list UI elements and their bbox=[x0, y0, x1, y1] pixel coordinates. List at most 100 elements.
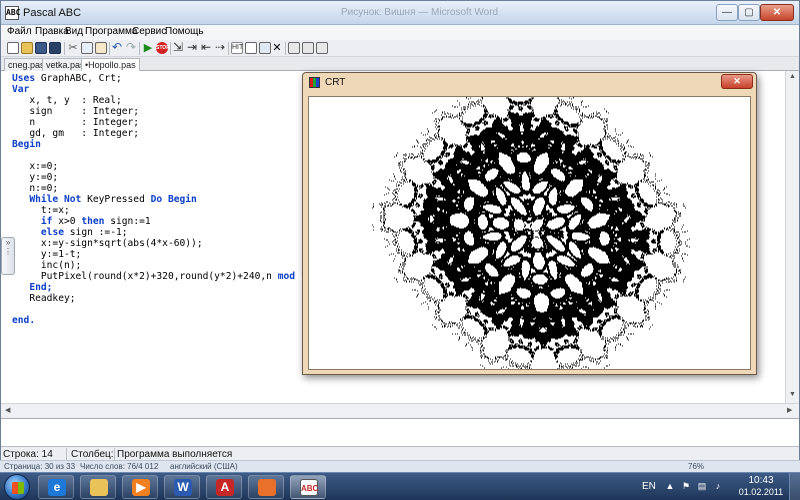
new-file-icon[interactable] bbox=[7, 42, 19, 54]
toolbar-separator bbox=[170, 42, 171, 55]
taskbar-word-button[interactable]: W bbox=[164, 475, 200, 499]
horizontal-scrollbar[interactable]: ◀ ▶ bbox=[1, 403, 799, 417]
ie-icon: e bbox=[48, 479, 66, 496]
output-pane[interactable] bbox=[1, 418, 799, 446]
pascal-abc-icon: ABC bbox=[5, 6, 20, 20]
menu-service[interactable]: Сервис bbox=[132, 26, 166, 37]
tray-arrow-icon[interactable]: ▲ bbox=[664, 481, 676, 492]
code-line: gd, gm : Integer; bbox=[12, 128, 139, 139]
crt-close-button[interactable]: ✕ bbox=[721, 74, 753, 89]
tray-network-icon[interactable]: ▤ bbox=[696, 481, 708, 492]
toolbar-separator bbox=[139, 42, 140, 55]
background-window-title: Рисунок: Вишня — Microsoft Word bbox=[341, 7, 499, 18]
code-line: y:=0; bbox=[12, 172, 58, 183]
taskbar-firefox-button[interactable] bbox=[248, 475, 284, 499]
maximize-button[interactable]: ▢ bbox=[738, 4, 760, 21]
code-line: Begin bbox=[12, 139, 41, 150]
debug-hit-icon[interactable]: HIT bbox=[231, 42, 243, 54]
code-text: x:=0; bbox=[12, 161, 59, 172]
fractal-pixels bbox=[372, 97, 690, 369]
language-indicator[interactable]: EN bbox=[642, 481, 656, 492]
save-all-icon[interactable] bbox=[49, 42, 61, 54]
paste-icon[interactable] bbox=[95, 42, 107, 54]
taskbar-acrobat-button[interactable]: A bbox=[206, 475, 242, 499]
code-text: Readkey; bbox=[12, 293, 76, 304]
code-keyword: Do Begin bbox=[150, 194, 197, 205]
code-line: y:=1-t; bbox=[12, 249, 81, 260]
side-panel-handle[interactable]: » ⋮ bbox=[1, 237, 15, 275]
window-split-icon[interactable] bbox=[302, 42, 314, 54]
taskbar-explorer-button[interactable] bbox=[80, 475, 116, 499]
code-keyword: else bbox=[40, 227, 64, 238]
code-keyword: mod bbox=[277, 271, 296, 282]
scroll-down-icon[interactable]: ▼ bbox=[789, 391, 796, 398]
minimize-button[interactable]: — bbox=[716, 4, 738, 21]
watch-icon[interactable] bbox=[245, 42, 257, 54]
redo-icon[interactable]: ↷ bbox=[125, 41, 137, 54]
tray-volume-icon[interactable]: ♪ bbox=[712, 481, 724, 492]
step-into-icon[interactable]: ⇲ bbox=[172, 41, 184, 54]
open-folder-icon[interactable] bbox=[21, 42, 33, 54]
toolbar-separator bbox=[64, 42, 65, 55]
code-text: n:=0; bbox=[12, 183, 59, 194]
code-line: Var bbox=[12, 84, 29, 95]
code-text: GraphABC, Crt; bbox=[35, 73, 122, 84]
code-text: sign:=1 bbox=[104, 216, 151, 227]
code-keyword: if bbox=[40, 216, 53, 227]
scroll-up-icon[interactable]: ▲ bbox=[789, 73, 796, 80]
taskbar-ie-button[interactable]: e bbox=[38, 475, 74, 499]
toolbar-separator bbox=[285, 42, 286, 55]
window-layout-icon[interactable] bbox=[288, 42, 300, 54]
title-bar[interactable]: ABC Pascal ABC Рисунок: Вишня — Microsof… bbox=[1, 1, 799, 25]
taskbar-media-button[interactable]: ▶ bbox=[122, 475, 158, 499]
word-zoom[interactable]: 76% bbox=[688, 461, 704, 472]
step-out-icon[interactable]: ⇤ bbox=[200, 41, 212, 54]
clock-time[interactable]: 10:43 bbox=[736, 475, 786, 486]
code-text: x, t, y : Real; bbox=[12, 95, 122, 106]
code-text: y:=1-t; bbox=[12, 249, 82, 260]
code-text: sign : Integer; bbox=[12, 106, 140, 117]
menu-help[interactable]: Помощь bbox=[165, 26, 204, 37]
code-line: x, t, y : Real; bbox=[12, 95, 122, 106]
fractal-pattern-image bbox=[372, 97, 690, 369]
code-line: t:=x; bbox=[12, 205, 70, 216]
crt-title: CRT bbox=[325, 77, 346, 88]
undo-icon[interactable]: ↶ bbox=[111, 41, 123, 54]
start-button[interactable] bbox=[4, 474, 30, 500]
code-keyword: Var bbox=[12, 84, 30, 95]
tab-hopollo[interactable]: •Hopollo.pas bbox=[81, 58, 140, 72]
windows-logo-icon bbox=[12, 482, 24, 494]
scroll-left-icon[interactable]: ◀ bbox=[5, 406, 10, 414]
close-button[interactable]: ✕ bbox=[760, 4, 794, 21]
show-desktop-button[interactable] bbox=[789, 473, 800, 500]
code-text: n : Integer; bbox=[12, 117, 140, 128]
window-output-icon[interactable] bbox=[316, 42, 328, 54]
scroll-right-icon[interactable]: ▶ bbox=[787, 406, 792, 414]
word-icon: W bbox=[174, 479, 192, 496]
breakpoint-icon[interactable] bbox=[259, 42, 271, 54]
step-over-icon[interactable]: ⇥ bbox=[186, 41, 198, 54]
run-icon[interactable]: ▶ bbox=[142, 42, 154, 54]
crt-drawing-area bbox=[308, 96, 751, 370]
menu-file[interactable]: Файл bbox=[7, 26, 32, 37]
cut-icon[interactable]: ✂ bbox=[67, 42, 79, 54]
stop-icon[interactable]: STOP bbox=[156, 42, 170, 54]
save-icon[interactable] bbox=[35, 42, 47, 54]
crt-title-bar[interactable]: CRT ✕ bbox=[303, 73, 756, 92]
copy-icon[interactable] bbox=[81, 42, 93, 54]
taskbar-pascal-button[interactable]: ABC bbox=[290, 475, 326, 499]
clock-date[interactable]: 01.02.2011 bbox=[736, 487, 786, 497]
tray-flag-icon[interactable]: ⚑ bbox=[680, 481, 692, 492]
code-text: sign :=-1; bbox=[64, 227, 128, 238]
file-tabs: cneg.pas vetka.pas •Hopollo.pas bbox=[1, 57, 799, 72]
clear-icon[interactable]: ✕ bbox=[271, 42, 283, 54]
run-to-cursor-icon[interactable]: ⇢ bbox=[214, 41, 226, 54]
menu-program[interactable]: Программа bbox=[85, 26, 137, 37]
vertical-scrollbar[interactable]: ▲ ▼ bbox=[785, 71, 799, 403]
code-line: inc(n); bbox=[12, 260, 81, 271]
code-line: end. bbox=[12, 315, 35, 326]
menu-view[interactable]: Вид bbox=[65, 26, 83, 37]
code-text: x:=y-sign*sqrt(abs(4*x-60)); bbox=[12, 238, 203, 249]
menu-edit[interactable]: Правка bbox=[35, 26, 69, 37]
